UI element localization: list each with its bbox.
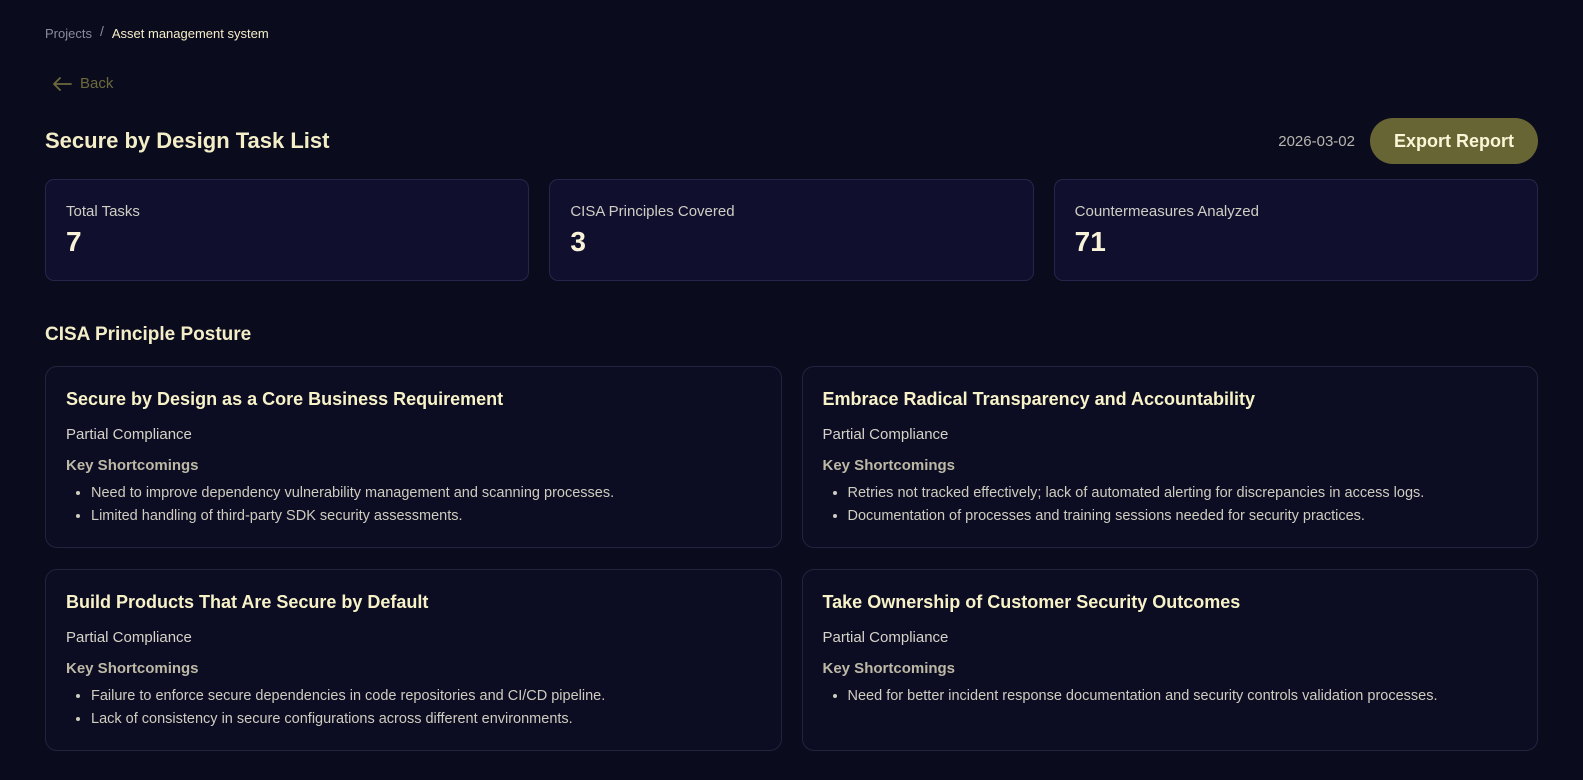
principle-card: Embrace Radical Transparency and Account…: [801, 366, 1538, 548]
stat-card-countermeasures: Countermeasures Analyzed 71: [1053, 179, 1538, 281]
shortcoming-item: Retries not tracked effectively; lack of…: [848, 482, 1518, 505]
page: Projects / Asset management system Back …: [0, 0, 1583, 780]
principle-card: Take Ownership of Customer Security Outc…: [801, 569, 1538, 751]
shortcomings-heading: Key Shortcomings: [822, 660, 956, 677]
shortcoming-item: Documentation of processes and training …: [848, 505, 1518, 528]
back-button[interactable]: Back: [53, 75, 113, 92]
stat-label: Countermeasures Analyzed: [1074, 203, 1259, 220]
stat-card-total-tasks: Total Tasks 7: [45, 179, 530, 281]
stat-label: Total Tasks: [66, 203, 140, 220]
shortcomings-heading: Key Shortcomings: [66, 660, 199, 677]
stat-value: 71: [1074, 226, 1106, 257]
principle-status: Partial Compliance: [822, 629, 949, 646]
shortcomings-list: Need for better incident response docume…: [823, 685, 1518, 708]
principle-status: Partial Compliance: [822, 426, 949, 443]
principle-grid: Secure by Design as a Core Business Requ…: [45, 366, 1538, 751]
section-title: CISA Principle Posture: [45, 324, 252, 345]
stat-value: 3: [570, 226, 586, 257]
principle-name: Secure by Design as a Core Business Requ…: [66, 389, 504, 409]
principle-card: Build Products That Are Secure by Defaul…: [45, 569, 782, 751]
stat-label: CISA Principles Covered: [570, 203, 735, 220]
page-title: Secure by Design Task List: [45, 128, 330, 153]
shortcoming-item: Lack of consistency in secure configurat…: [91, 708, 761, 731]
principle-name: Embrace Radical Transparency and Account…: [822, 389, 1255, 409]
export-report-button[interactable]: Export Report: [1369, 118, 1538, 164]
header-actions: 2026-03-02 Export Report: [1278, 118, 1538, 164]
shortcomings-heading: Key Shortcomings: [822, 457, 956, 474]
back-label: Back: [80, 75, 114, 92]
shortcomings-list: Need to improve dependency vulnerability…: [66, 482, 761, 527]
breadcrumb-current: Asset management system: [111, 25, 269, 41]
shortcoming-item: Need to improve dependency vulnerability…: [91, 482, 761, 505]
stat-card-principles-covered: CISA Principles Covered 3: [549, 179, 1034, 281]
principle-status: Partial Compliance: [66, 426, 192, 443]
report-date: 2026-03-02: [1278, 132, 1355, 150]
shortcoming-item: Failure to enforce secure dependencies i…: [91, 685, 761, 708]
principle-name: Build Products That Are Secure by Defaul…: [66, 592, 429, 612]
principle-card: Secure by Design as a Core Business Requ…: [45, 366, 782, 548]
stat-value: 7: [66, 226, 82, 257]
principle-status: Partial Compliance: [66, 629, 192, 646]
arrow-left-icon: [53, 76, 72, 91]
shortcomings-list: Failure to enforce secure dependencies i…: [66, 685, 761, 730]
breadcrumb-separator: /: [99, 23, 104, 39]
page-header: Secure by Design Task List 2026-03-02 Ex…: [45, 118, 1538, 164]
principle-name: Take Ownership of Customer Security Outc…: [822, 592, 1241, 612]
shortcomings-list: Retries not tracked effectively; lack of…: [823, 482, 1518, 527]
shortcoming-item: Need for better incident response docume…: [848, 685, 1518, 708]
breadcrumb-projects-link[interactable]: Projects: [45, 26, 92, 41]
breadcrumb: Projects / Asset management system: [45, 23, 269, 41]
stats-row: Total Tasks 7 CISA Principles Covered 3 …: [45, 179, 1538, 281]
shortcomings-heading: Key Shortcomings: [66, 457, 199, 474]
shortcoming-item: Limited handling of third-party SDK secu…: [91, 505, 761, 528]
